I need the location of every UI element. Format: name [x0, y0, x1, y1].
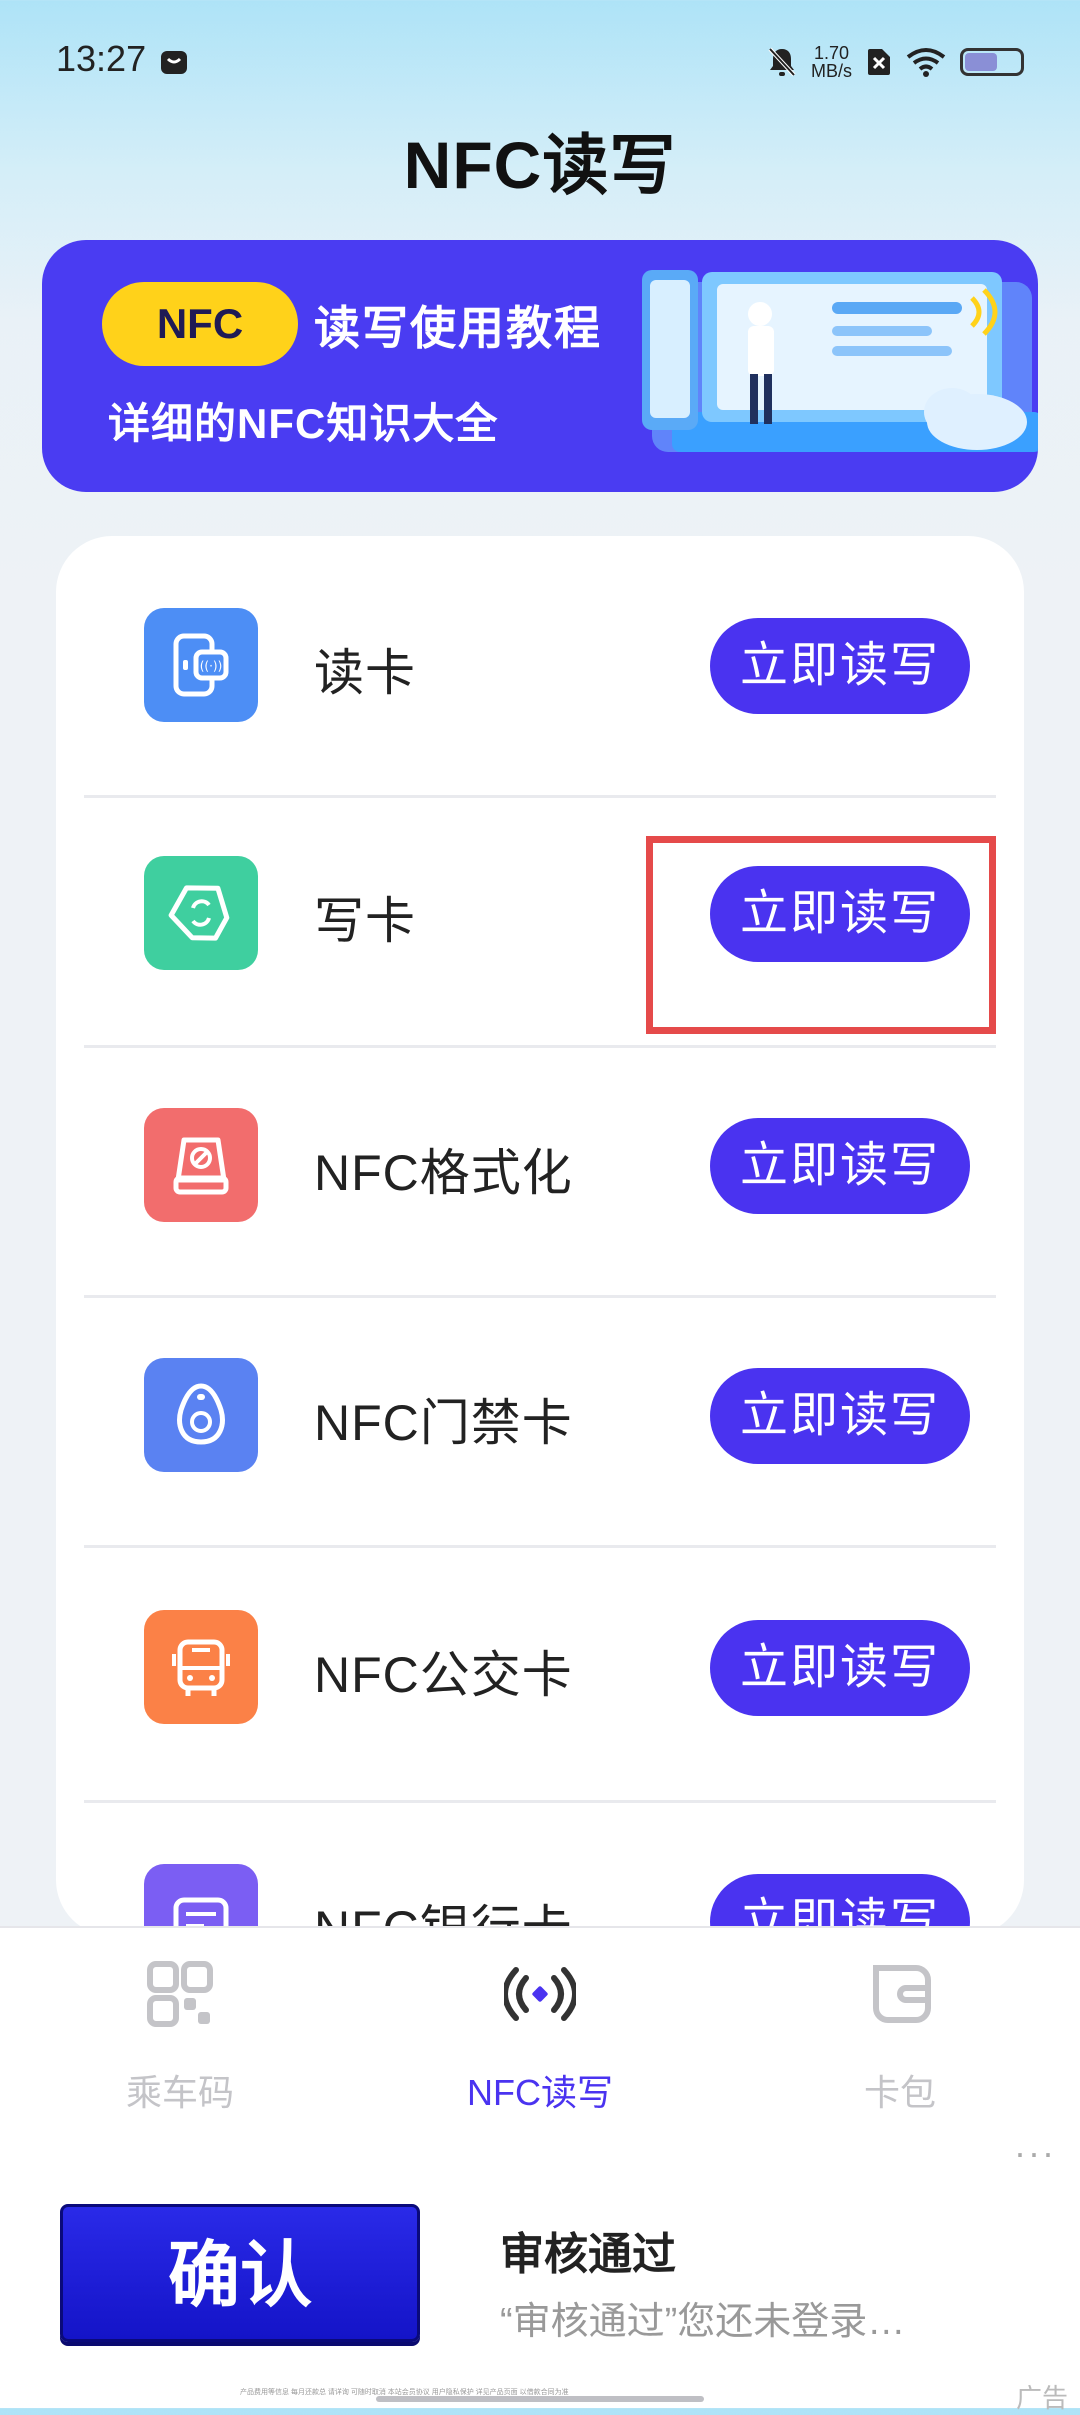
battery-icon: [960, 48, 1024, 76]
format-drive-icon: [144, 1108, 258, 1222]
bottom-nav: 乘车码 NFC读写 卡包: [0, 1926, 1080, 2128]
message-notification-icon: [161, 51, 187, 74]
network-speed: 1.70 MB/s: [811, 44, 852, 80]
ad-description: “审核通过”您还未登录…: [500, 2301, 906, 2343]
tutorial-banner[interactable]: NFC 读写使用教程 详细的NFC知识大全: [42, 240, 1038, 492]
list-item-nfc-format: NFC格式化 立即读写: [84, 1048, 996, 1298]
feature-label: 读卡: [314, 645, 416, 701]
ad-more-button[interactable]: ···: [1014, 2132, 1056, 2174]
access-fob-icon: [144, 1358, 258, 1472]
banner-title: 读写使用教程: [314, 302, 602, 354]
ad-confirm-button[interactable]: 确认: [60, 2204, 420, 2342]
tab-label: NFC读写: [467, 2072, 613, 2113]
ad-label: 广告: [1015, 2383, 1068, 2413]
qr-code-icon: [147, 1961, 213, 2027]
status-bar: 13:27 1.70 MB/s: [0, 0, 1080, 120]
tab-nfc-read-write[interactable]: NFC读写: [410, 1928, 670, 2128]
card-reader-icon: ((·)): [144, 608, 258, 722]
feature-label: NFC门禁卡: [314, 1395, 573, 1451]
wifi-icon: [906, 48, 946, 77]
feature-label: NFC公交卡: [314, 1647, 573, 1703]
tab-card-wallet[interactable]: 卡包: [770, 1928, 1030, 2128]
tag-write-icon: [144, 856, 258, 970]
highlight-box: [646, 836, 996, 1034]
bus-icon: [144, 1610, 258, 1724]
battery-level: [965, 53, 998, 71]
network-speed-value: 1.70: [813, 43, 850, 63]
nfc-bus-card-button[interactable]: 立即读写: [710, 1620, 970, 1716]
feature-label: 写卡: [314, 893, 416, 949]
mute-bell-icon: [768, 47, 796, 77]
tab-ride-code[interactable]: 乘车码: [50, 1928, 310, 2128]
nfc-format-button[interactable]: 立即读写: [710, 1118, 970, 1214]
no-sim-icon: [868, 49, 890, 75]
read-card-button[interactable]: 立即读写: [710, 618, 970, 714]
ad-banner[interactable]: ··· 确认 审核通过 “审核通过”您还未登录… 产品费用等信息 每月还款总 请…: [0, 2126, 1080, 2413]
page-title: NFC读写: [403, 128, 677, 202]
network-speed-unit: MB/s: [810, 61, 852, 81]
divider: [84, 1800, 996, 1803]
list-item-read-card: ((·)) 读卡 立即读写: [84, 536, 996, 786]
feature-label: NFC格式化: [314, 1145, 573, 1201]
list-item-access-card: NFC门禁卡 立即读写: [84, 1298, 996, 1548]
wallet-icon: [873, 1965, 931, 2023]
tab-label: 乘车码: [125, 2072, 234, 2113]
ad-title: 审核通过: [500, 2230, 676, 2279]
banner-nfc-pill: NFC: [102, 282, 298, 366]
nfc-signal-icon: [504, 1967, 576, 2021]
status-time: 13:27: [56, 38, 147, 79]
svg-text:((·)): ((·)): [200, 659, 223, 673]
feature-list: ((·)) 读卡 立即读写 写卡 立即读写 NFC格式化 立即读写 NFC门禁卡…: [56, 536, 1024, 1936]
home-indicator[interactable]: [376, 2396, 704, 2402]
tab-label: 卡包: [863, 2072, 936, 2113]
banner-subtitle: 详细的NFC知识大全: [108, 400, 499, 447]
banner-illustration: [642, 270, 1038, 452]
list-item-bus-card: NFC公交卡 立即读写: [84, 1548, 996, 1798]
nfc-access-card-button[interactable]: 立即读写: [710, 1368, 970, 1464]
list-item-bank-card: NFC银行卡 立即读写: [84, 1804, 996, 1936]
